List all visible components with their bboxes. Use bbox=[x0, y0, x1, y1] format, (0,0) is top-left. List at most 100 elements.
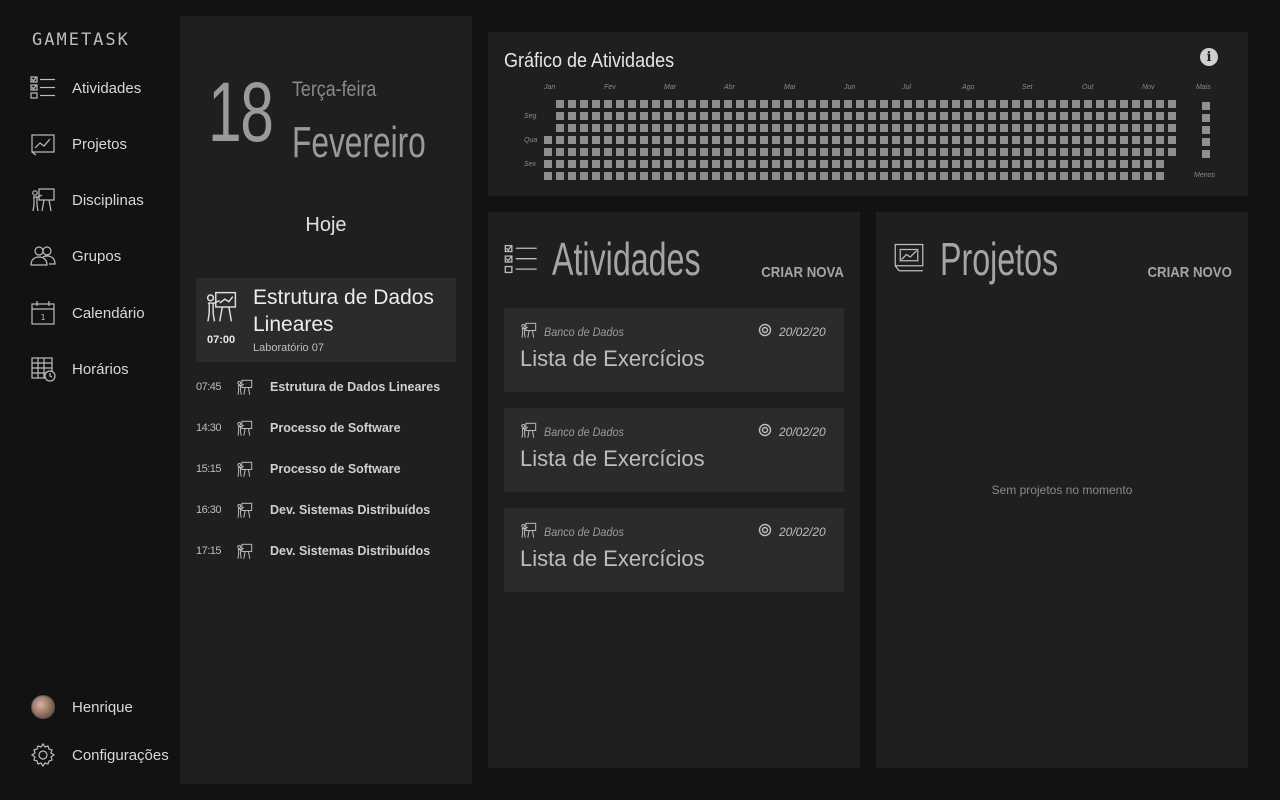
graph-day-cell[interactable] bbox=[1060, 160, 1068, 168]
graph-day-cell[interactable] bbox=[1000, 100, 1008, 108]
graph-day-cell[interactable] bbox=[712, 148, 720, 156]
graph-day-cell[interactable] bbox=[736, 112, 744, 120]
graph-day-cell[interactable] bbox=[568, 160, 576, 168]
graph-day-cell[interactable] bbox=[664, 100, 672, 108]
graph-day-cell[interactable] bbox=[1096, 172, 1104, 180]
graph-day-cell[interactable] bbox=[760, 148, 768, 156]
graph-day-cell[interactable] bbox=[868, 172, 876, 180]
graph-day-cell[interactable] bbox=[868, 124, 876, 132]
graph-day-cell[interactable] bbox=[1000, 124, 1008, 132]
graph-day-cell[interactable] bbox=[880, 112, 888, 120]
graph-day-cell[interactable] bbox=[892, 160, 900, 168]
graph-day-cell[interactable] bbox=[904, 160, 912, 168]
graph-day-cell[interactable] bbox=[652, 160, 660, 168]
graph-day-cell[interactable] bbox=[580, 124, 588, 132]
graph-day-cell[interactable] bbox=[1108, 112, 1116, 120]
graph-day-cell[interactable] bbox=[676, 112, 684, 120]
graph-day-cell[interactable] bbox=[1120, 112, 1128, 120]
graph-day-cell[interactable] bbox=[1132, 172, 1140, 180]
graph-day-cell[interactable] bbox=[952, 172, 960, 180]
graph-day-cell[interactable] bbox=[1072, 172, 1080, 180]
graph-day-cell[interactable] bbox=[1096, 112, 1104, 120]
graph-day-cell[interactable] bbox=[616, 112, 624, 120]
graph-day-cell[interactable] bbox=[556, 136, 564, 144]
graph-day-cell[interactable] bbox=[568, 148, 576, 156]
graph-day-cell[interactable] bbox=[796, 136, 804, 144]
graph-day-cell[interactable] bbox=[580, 148, 588, 156]
graph-day-cell[interactable] bbox=[892, 124, 900, 132]
graph-day-cell[interactable] bbox=[628, 172, 636, 180]
graph-day-cell[interactable] bbox=[700, 148, 708, 156]
graph-day-cell[interactable] bbox=[988, 136, 996, 144]
sidebar-item-projetos[interactable]: Projetos bbox=[30, 129, 127, 159]
graph-day-cell[interactable] bbox=[988, 160, 996, 168]
graph-day-cell[interactable] bbox=[988, 124, 996, 132]
graph-day-cell[interactable] bbox=[904, 136, 912, 144]
graph-day-cell[interactable] bbox=[616, 136, 624, 144]
graph-day-cell[interactable] bbox=[688, 124, 696, 132]
graph-day-cell[interactable] bbox=[1156, 148, 1164, 156]
graph-day-cell[interactable] bbox=[700, 124, 708, 132]
graph-day-cell[interactable] bbox=[808, 172, 816, 180]
graph-day-cell[interactable] bbox=[652, 136, 660, 144]
graph-day-cell[interactable] bbox=[664, 148, 672, 156]
graph-day-cell[interactable] bbox=[688, 136, 696, 144]
graph-day-cell[interactable] bbox=[604, 160, 612, 168]
graph-day-cell[interactable] bbox=[844, 100, 852, 108]
graph-day-cell[interactable] bbox=[1000, 148, 1008, 156]
graph-day-cell[interactable] bbox=[1084, 136, 1092, 144]
graph-day-cell[interactable] bbox=[1036, 148, 1044, 156]
graph-day-cell[interactable] bbox=[784, 148, 792, 156]
graph-day-cell[interactable] bbox=[724, 124, 732, 132]
graph-day-cell[interactable] bbox=[868, 112, 876, 120]
graph-day-cell[interactable] bbox=[736, 136, 744, 144]
graph-day-cell[interactable] bbox=[1048, 112, 1056, 120]
graph-day-cell[interactable] bbox=[1156, 100, 1164, 108]
graph-day-cell[interactable] bbox=[760, 100, 768, 108]
graph-day-cell[interactable] bbox=[808, 148, 816, 156]
graph-day-cell[interactable] bbox=[640, 124, 648, 132]
graph-day-cell[interactable] bbox=[784, 100, 792, 108]
graph-day-cell[interactable] bbox=[988, 112, 996, 120]
graph-day-cell[interactable] bbox=[1156, 136, 1164, 144]
graph-day-cell[interactable] bbox=[544, 160, 552, 168]
graph-day-cell[interactable] bbox=[808, 112, 816, 120]
graph-day-cell[interactable] bbox=[880, 172, 888, 180]
graph-day-cell[interactable] bbox=[892, 112, 900, 120]
graph-day-cell[interactable] bbox=[1108, 124, 1116, 132]
graph-day-cell[interactable] bbox=[712, 160, 720, 168]
graph-day-cell[interactable] bbox=[928, 124, 936, 132]
graph-day-cell[interactable] bbox=[700, 112, 708, 120]
graph-day-cell[interactable] bbox=[1048, 124, 1056, 132]
graph-day-cell[interactable] bbox=[916, 124, 924, 132]
graph-day-cell[interactable] bbox=[928, 172, 936, 180]
graph-day-cell[interactable] bbox=[784, 124, 792, 132]
graph-day-cell[interactable] bbox=[1012, 112, 1020, 120]
graph-day-cell[interactable] bbox=[1132, 136, 1140, 144]
graph-day-cell[interactable] bbox=[844, 160, 852, 168]
graph-day-cell[interactable] bbox=[1012, 100, 1020, 108]
graph-day-cell[interactable] bbox=[736, 100, 744, 108]
graph-day-cell[interactable] bbox=[844, 136, 852, 144]
graph-day-cell[interactable] bbox=[772, 124, 780, 132]
graph-day-cell[interactable] bbox=[976, 100, 984, 108]
graph-day-cell[interactable] bbox=[856, 112, 864, 120]
graph-day-cell[interactable] bbox=[712, 124, 720, 132]
graph-day-cell[interactable] bbox=[748, 136, 756, 144]
graph-day-cell[interactable] bbox=[604, 148, 612, 156]
graph-day-cell[interactable] bbox=[556, 172, 564, 180]
sidebar-item-horarios[interactable]: Horários bbox=[30, 354, 129, 384]
graph-day-cell[interactable] bbox=[808, 100, 816, 108]
graph-day-cell[interactable] bbox=[808, 124, 816, 132]
graph-day-cell[interactable] bbox=[892, 148, 900, 156]
graph-day-cell[interactable] bbox=[1036, 160, 1044, 168]
graph-day-cell[interactable] bbox=[712, 136, 720, 144]
graph-day-cell[interactable] bbox=[1144, 100, 1152, 108]
graph-day-cell[interactable] bbox=[1036, 172, 1044, 180]
graph-day-cell[interactable] bbox=[628, 112, 636, 120]
graph-day-cell[interactable] bbox=[568, 112, 576, 120]
graph-day-cell[interactable] bbox=[784, 160, 792, 168]
graph-day-cell[interactable] bbox=[748, 172, 756, 180]
graph-day-cell[interactable] bbox=[580, 100, 588, 108]
graph-day-cell[interactable] bbox=[1036, 112, 1044, 120]
